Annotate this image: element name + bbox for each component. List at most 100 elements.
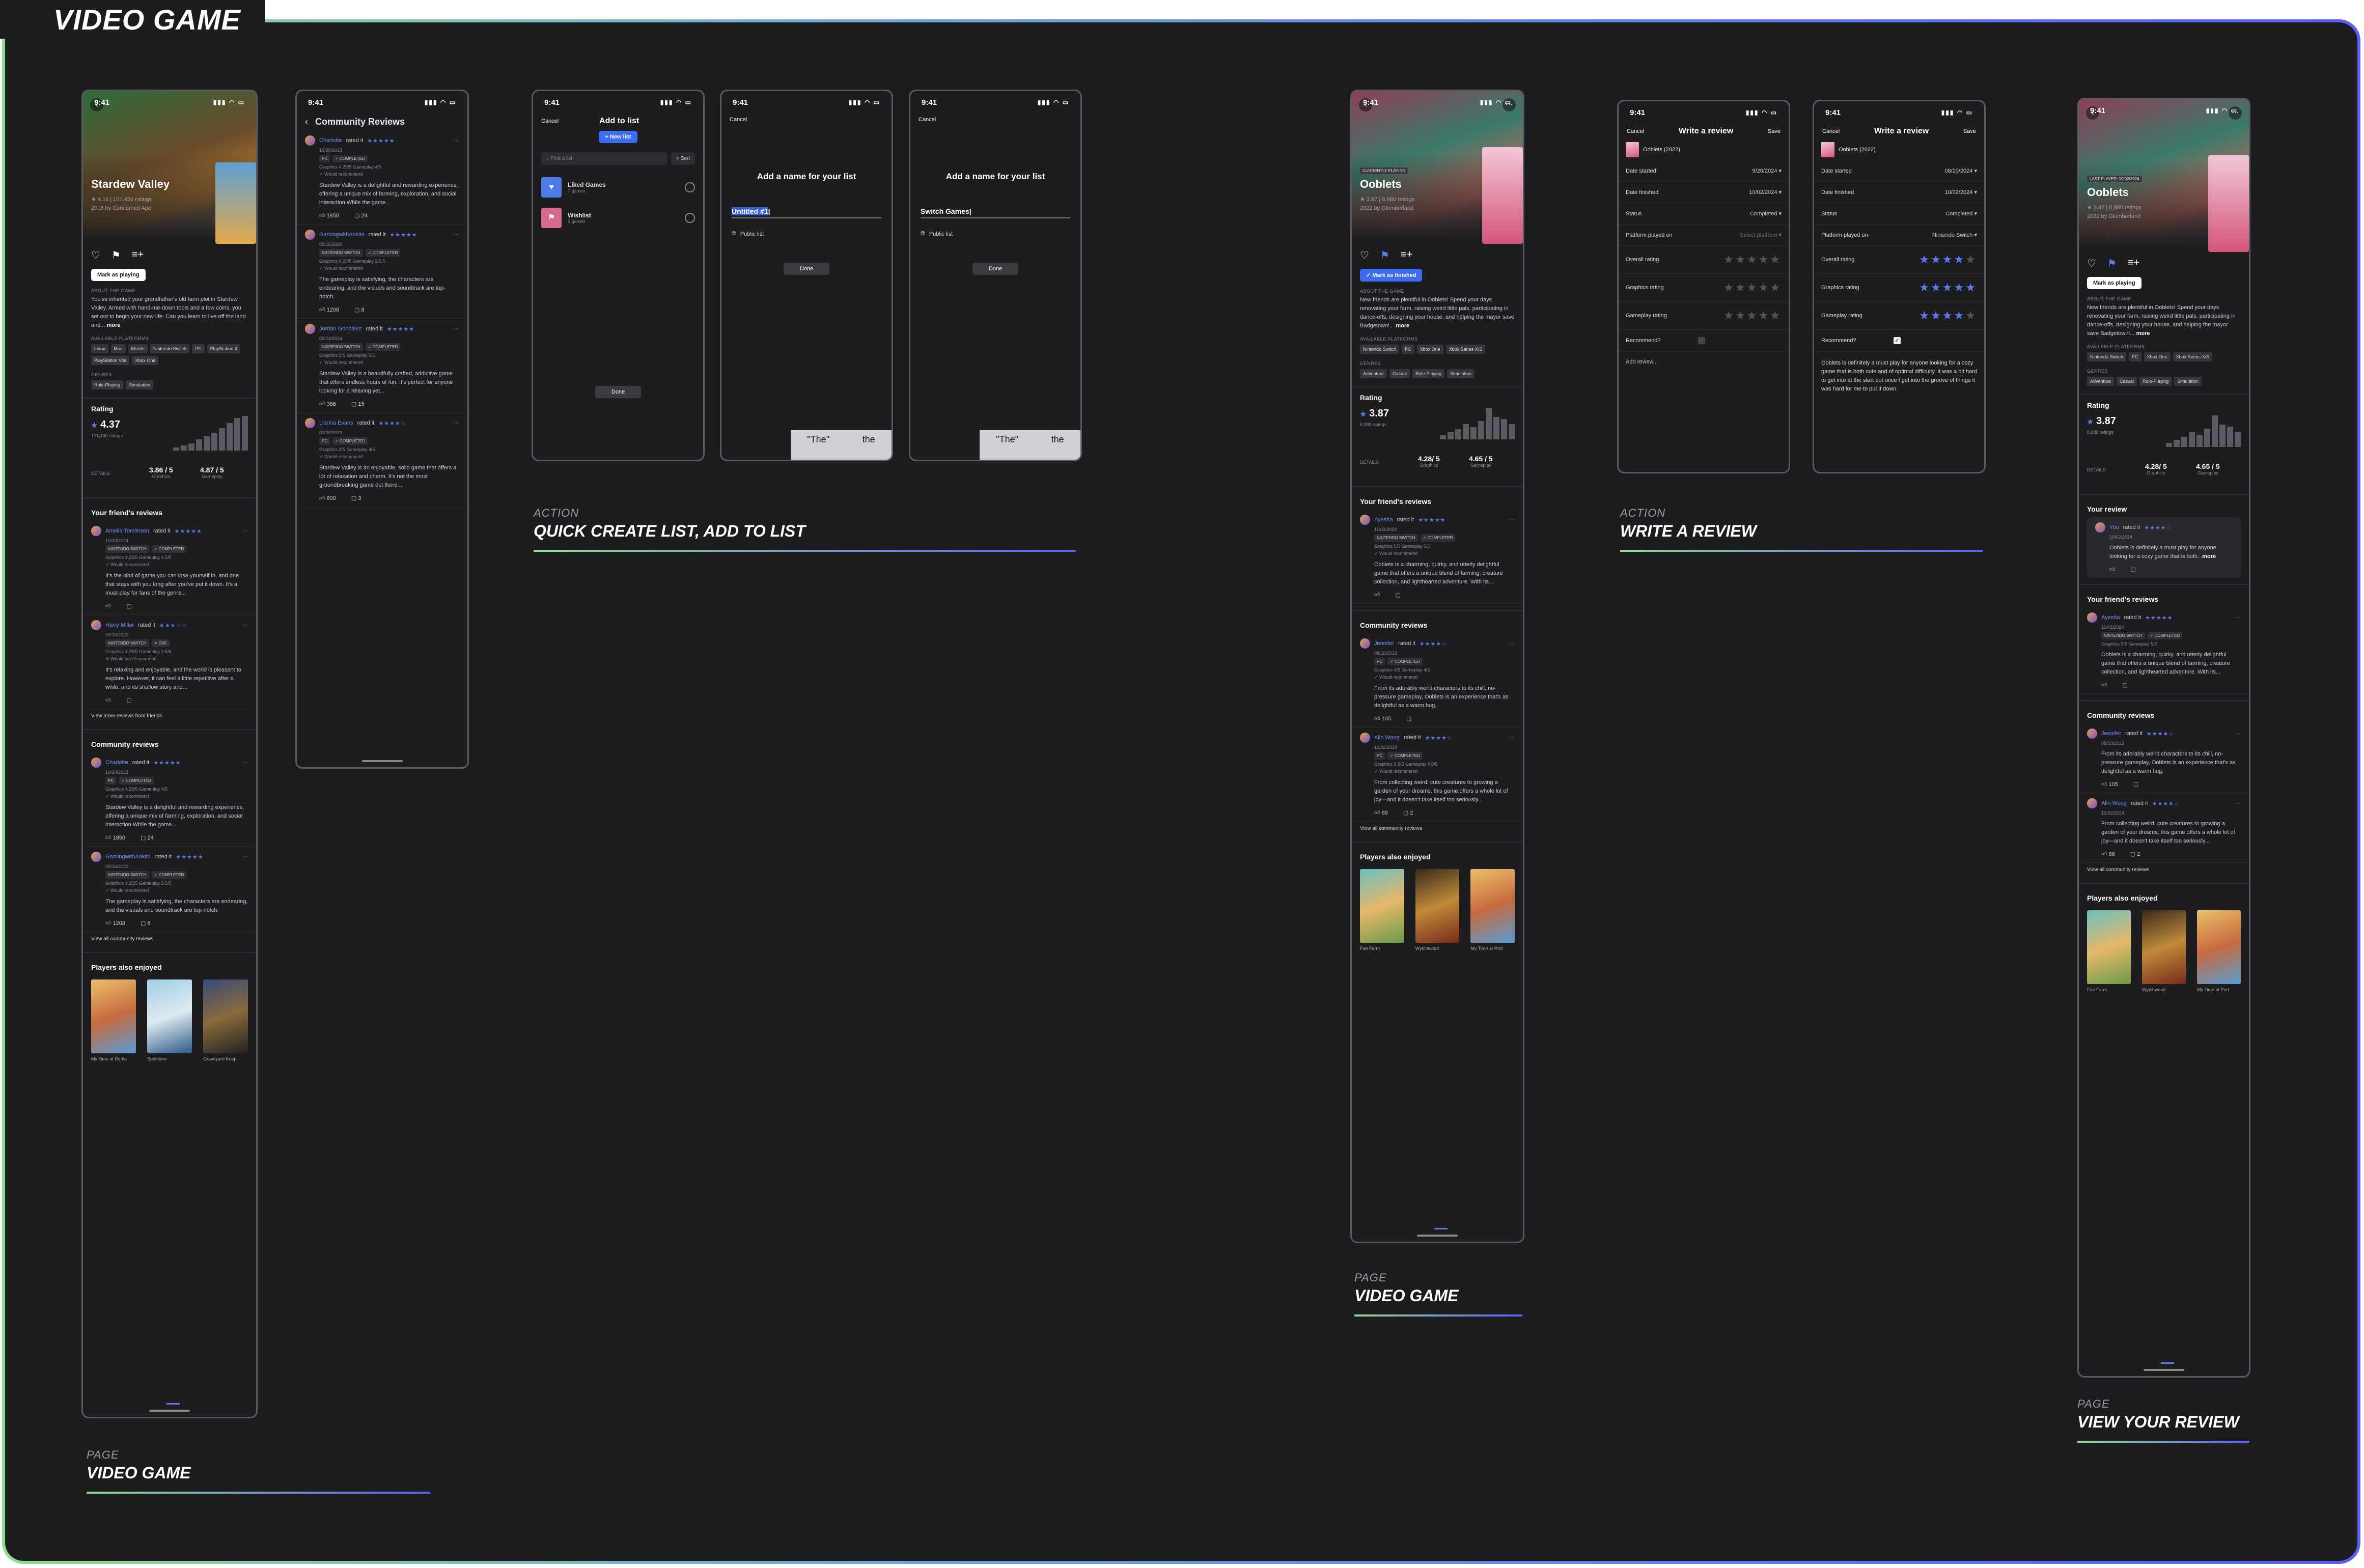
star-icon[interactable]: ★ — [1942, 281, 1954, 294]
star-icon[interactable]: ★ — [1723, 309, 1735, 322]
list-name-input[interactable]: Untitled #1| — [732, 207, 881, 218]
game-card[interactable]: Wytchwood — [1415, 869, 1460, 951]
comment-icon[interactable]: ▢ — [2131, 566, 2136, 573]
overall-rating-field[interactable]: Overall rating ★★★★★ — [1619, 246, 1789, 274]
comment-button[interactable]: ▢ 3 — [351, 495, 361, 501]
heart-icon[interactable]: ♡ — [91, 249, 100, 262]
date-finished-field[interactable]: Date finished 10/02/2024 ▾ — [1814, 182, 1984, 203]
mark-as-playing-button[interactable]: Mark as playing — [2087, 277, 2141, 289]
comment-icon[interactable]: ▢ — [1396, 592, 1401, 598]
game-card[interactable]: Graveyard Keep — [203, 979, 248, 1061]
view-all-community-link[interactable]: View all community reviews — [1352, 822, 1523, 835]
more-options-icon[interactable]: ··· — [454, 137, 459, 144]
game-card[interactable]: My Time at Port — [1470, 869, 1515, 951]
review-textarea[interactable]: Add review... — [1619, 352, 1789, 372]
like-button[interactable]: 👍︎ 1850 — [105, 834, 125, 841]
platform-select[interactable]: Platform played on Nintendo Switch ▾ — [1814, 225, 1984, 246]
add-to-list-icon[interactable]: ≡+ — [2128, 257, 2139, 270]
list-item[interactable]: ♥ Liked Games 7 games — [533, 172, 703, 203]
status-select[interactable]: Status Completed ▾ — [1619, 203, 1789, 225]
star-icon[interactable]: ★ — [1919, 281, 1931, 294]
avatar[interactable] — [1360, 733, 1370, 743]
reviewer-name[interactable]: Harry Miller — [105, 622, 134, 628]
reviewer-name[interactable]: Alin Wong — [1374, 735, 1400, 741]
radio-button[interactable] — [685, 182, 695, 192]
cancel-button[interactable]: Cancel — [1822, 128, 1840, 134]
star-icon[interactable]: ★ — [1770, 281, 1782, 294]
avatar[interactable] — [305, 418, 315, 428]
star-rating[interactable]: ★★★★★ — [1723, 309, 1782, 322]
star-icon[interactable]: ★ — [1931, 253, 1942, 266]
review-textarea[interactable]: Ooblets is definitely a must play for an… — [1814, 352, 1984, 401]
like-button[interactable]: 👍︎ 1208 — [105, 920, 125, 927]
avatar[interactable] — [1360, 638, 1370, 649]
comment-button[interactable]: ▢ 8 — [354, 306, 365, 313]
heart-icon[interactable]: ♡ — [2087, 257, 2096, 270]
avatar[interactable] — [91, 620, 101, 630]
star-icon[interactable]: ★ — [1759, 281, 1770, 294]
like-button[interactable]: 👍︎ 600 — [319, 495, 336, 501]
star-icon[interactable]: ★ — [1723, 253, 1735, 266]
avatar[interactable] — [305, 230, 315, 240]
sort-button[interactable]: ≡ Sort — [671, 152, 695, 165]
bookmark-icon[interactable]: ⚑ — [112, 249, 121, 262]
more-options-icon[interactable]: ··· — [242, 854, 248, 860]
mark-as-finished-button[interactable]: ✓ Mark as finished — [1360, 269, 1423, 282]
star-icon[interactable]: ★ — [1954, 281, 1966, 294]
cancel-button[interactable]: Cancel — [1627, 128, 1644, 134]
more-options-icon[interactable]: ··· — [1509, 517, 1515, 523]
like-button[interactable]: 👍︎ 1850 — [319, 212, 339, 219]
keyboard[interactable]: "The" the — [791, 430, 892, 460]
comment-button[interactable]: ▢ 2 — [1403, 809, 1413, 816]
reviewer-name[interactable]: Jordan Gonzalez — [319, 326, 361, 332]
list-item[interactable]: ⚑ Wishlist 5 games — [533, 203, 703, 233]
like-button[interactable]: 👍︎ 105 — [2101, 781, 2118, 788]
done-button[interactable]: Done — [972, 263, 1018, 275]
game-card[interactable]: Fae Farm — [1360, 869, 1404, 951]
like-icon[interactable]: 👍︎ — [2101, 682, 2107, 688]
like-icon[interactable]: 👍︎ — [2109, 566, 2116, 573]
done-button[interactable]: Done — [595, 386, 641, 398]
add-to-list-icon[interactable]: ≡+ — [1401, 249, 1412, 262]
reviewer-name[interactable]: Ayesha — [2101, 614, 2120, 621]
avatar[interactable] — [91, 526, 101, 536]
star-icon[interactable]: ★ — [1942, 253, 1954, 266]
star-icon[interactable]: ★ — [1723, 281, 1735, 294]
star-icon[interactable]: ★ — [1931, 281, 1942, 294]
like-button[interactable]: 👍︎ 1208 — [319, 306, 339, 313]
comment-button[interactable]: ▢ 24 — [141, 834, 154, 841]
public-list-toggle[interactable]: 🌐︎ Public list — [910, 218, 1080, 237]
more-link[interactable]: more — [1396, 323, 1409, 329]
add-to-list-icon[interactable]: ≡+ — [132, 249, 144, 262]
more-options-icon[interactable]: ··· — [454, 420, 459, 426]
graphics-rating-field[interactable]: Graphics rating ★★★★★ — [1619, 274, 1789, 302]
star-icon[interactable]: ★ — [1954, 253, 1966, 266]
graphics-rating-field[interactable]: Graphics rating ★★★★★ — [1814, 274, 1984, 302]
platform-select[interactable]: Platform played on Select platform ▾ — [1619, 225, 1789, 246]
keyboard[interactable]: "The" the — [980, 430, 1080, 460]
more-options-icon[interactable]: ··· — [454, 326, 459, 332]
game-card[interactable]: Wytchwood — [2142, 910, 2186, 992]
recommend-checkbox[interactable]: ✓ — [1894, 337, 1901, 344]
reviewer-name[interactable]: Jennifer — [2101, 731, 2121, 737]
comment-button[interactable]: ▢ 8 — [141, 920, 151, 927]
gameplay-rating-field[interactable]: Gameplay rating ★★★★★ — [1814, 302, 1984, 330]
star-icon[interactable]: ★ — [1770, 309, 1782, 322]
mark-as-playing-button[interactable]: Mark as playing — [91, 269, 146, 281]
status-select[interactable]: Status Completed ▾ — [1814, 203, 1984, 225]
like-icon[interactable]: 👍︎ — [1374, 592, 1380, 598]
recommend-checkbox[interactable] — [1698, 337, 1705, 344]
more-options-icon[interactable]: ··· — [242, 622, 248, 628]
radio-button[interactable] — [685, 213, 695, 223]
reviewer-name[interactable]: GamingwithAnkita — [105, 854, 151, 860]
view-more-friends-link[interactable]: View more reviews from friends — [83, 709, 256, 723]
save-button[interactable]: Save — [1768, 128, 1781, 134]
star-icon[interactable]: ★ — [1747, 253, 1759, 266]
reviewer-name[interactable]: Amelia Tomlinson — [105, 528, 149, 534]
more-options-icon[interactable]: ··· — [242, 528, 248, 534]
star-icon[interactable]: ★ — [1770, 253, 1782, 266]
comment-button[interactable]: ▢ — [1406, 715, 1411, 722]
avatar[interactable] — [305, 135, 315, 146]
save-button[interactable]: Save — [1963, 128, 1976, 134]
avatar[interactable] — [305, 324, 315, 334]
